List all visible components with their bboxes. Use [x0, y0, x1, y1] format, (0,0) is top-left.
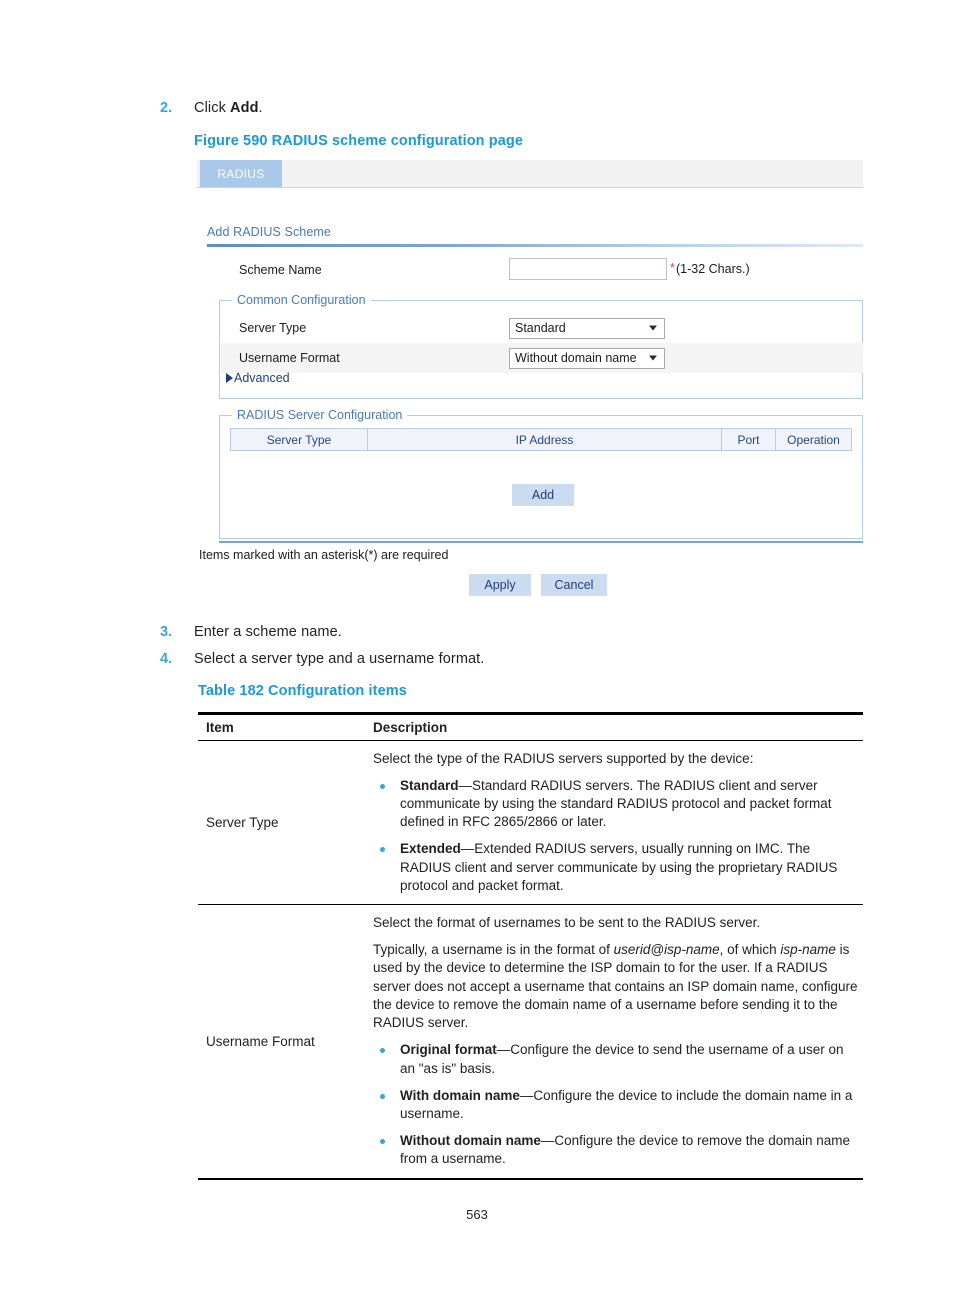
table-caption: Table 182 Configuration items — [198, 683, 407, 699]
required-asterisk: * — [670, 261, 675, 275]
step-4: 4. Select a server type and a username f… — [160, 651, 860, 667]
tab-radius[interactable]: RADIUS — [200, 160, 282, 187]
server-type-selected-value: Standard — [515, 321, 566, 335]
advanced-label: Advanced — [234, 371, 290, 385]
page-number: 563 — [466, 1207, 488, 1222]
tab-strip: RADIUS — [197, 160, 863, 188]
column-header-ip-address: IP Address — [368, 429, 722, 450]
table-row: Username Format Select the format of use… — [198, 905, 863, 1178]
column-header-port: Port — [722, 429, 776, 450]
table-row: Server Type Select the type of the RADIU… — [198, 741, 863, 905]
required-items-note: Items marked with an asterisk(*) are req… — [199, 548, 449, 562]
paragraph-italic-ispname: isp-name — [780, 942, 836, 958]
step-2-text-after: . — [258, 100, 263, 116]
username-format-intro: Select the format of usernames to be sen… — [373, 915, 761, 931]
bullet-dash: — — [519, 1087, 534, 1103]
document-page: 2. Click Add. Figure 590 RADIUS scheme c… — [0, 0, 954, 1296]
list-item: Without domain name—Configure the device… — [373, 1132, 861, 1168]
common-configuration-legend: Common Configuration — [232, 293, 371, 307]
server-type-select[interactable]: Standard — [509, 317, 665, 339]
bullet-dash: — — [458, 777, 473, 793]
radius-scheme-configuration-figure: RADIUS Add RADIUS Scheme Scheme Name * (… — [197, 160, 863, 602]
server-type-row: Server Type Standard — [221, 313, 863, 343]
configuration-items-table: Item Description Server Type Select the … — [198, 712, 863, 1181]
list-item: With domain name—Configure the device to… — [373, 1087, 861, 1123]
step-3: 3. Enter a scheme name. — [160, 624, 860, 640]
bullet-term-with-domain-name: With domain name — [400, 1087, 520, 1103]
username-format-bullet-list: Original format—Configure the device to … — [373, 1041, 861, 1168]
bullet-term-without-domain-name: Without domain name — [400, 1133, 541, 1149]
panel-heading-rule — [207, 244, 863, 247]
paragraph-part-b: , of which — [719, 942, 781, 958]
list-item: Standard—Standard RADIUS servers. The RA… — [373, 777, 861, 832]
bullet-term-original-format: Original format — [400, 1042, 497, 1058]
cancel-button[interactable]: Cancel — [541, 574, 607, 596]
step-4-number: 4. — [160, 651, 173, 667]
username-format-selected-value: Without domain name — [515, 351, 637, 365]
username-format-select[interactable]: Without domain name — [509, 347, 665, 369]
form-bottom-rule — [219, 541, 863, 543]
column-header-server-type: Server Type — [231, 429, 368, 450]
triangle-right-icon — [226, 373, 233, 383]
server-type-intro: Select the type of the RADIUS servers su… — [373, 750, 754, 766]
table-bottom-rule — [198, 1177, 863, 1181]
row-description-server-type: Select the type of the RADIUS servers su… — [373, 750, 863, 896]
step-2-text-before: Click — [194, 100, 231, 116]
bullet-term-standard: Standard — [400, 777, 459, 793]
bullet-dash: — — [540, 1133, 555, 1149]
table-header-row: Item Description — [198, 715, 863, 740]
username-format-row: Username Format Without domain name — [221, 343, 863, 373]
list-item: Original format—Configure the device to … — [373, 1041, 861, 1077]
server-type-bullet-list: Standard—Standard RADIUS servers. The RA… — [373, 777, 861, 895]
paragraph-part-a: Typically, a username is in the format o… — [373, 942, 614, 958]
username-format-paragraph: Typically, a username is in the format o… — [373, 941, 861, 1032]
column-header-operation: Operation — [787, 432, 840, 447]
chevron-down-icon — [649, 355, 657, 361]
bullet-term-extended: Extended — [400, 841, 461, 857]
server-table-header: Server Type IP Address Port Operation — [230, 428, 852, 451]
scheme-name-input[interactable] — [509, 258, 667, 280]
chevron-down-icon — [649, 325, 657, 331]
step-2-text: Click Add. — [194, 100, 263, 116]
step-2: 2. Click Add. — [160, 100, 860, 116]
scheme-name-row: Scheme Name * (1-32 Chars.) — [229, 258, 863, 286]
radius-server-configuration-legend: RADIUS Server Configuration — [232, 408, 408, 422]
server-type-label: Server Type — [239, 321, 307, 335]
bullet-dash: — — [496, 1042, 511, 1058]
panel-heading: Add RADIUS Scheme — [207, 225, 331, 239]
paragraph-italic-userid: userid@isp-name — [613, 942, 720, 958]
scheme-name-label: Scheme Name — [239, 263, 322, 277]
add-server-button[interactable]: Add — [512, 484, 574, 506]
step-3-number: 3. — [160, 624, 173, 640]
step-3-text: Enter a scheme name. — [194, 624, 342, 640]
scheme-name-hint: (1-32 Chars.) — [676, 262, 750, 276]
advanced-toggle[interactable]: Advanced — [226, 371, 290, 385]
step-2-bold-term: Add — [230, 100, 259, 116]
row-item-server-type: Server Type — [206, 814, 279, 830]
step-2-number: 2. — [160, 100, 173, 116]
figure-caption: Figure 590 RADIUS scheme configuration p… — [194, 133, 524, 149]
column-header-description: Description — [373, 719, 448, 735]
username-format-label: Username Format — [239, 351, 340, 365]
row-description-username-format: Select the format of usernames to be sen… — [373, 914, 863, 1169]
row-item-username-format: Username Format — [206, 1033, 315, 1049]
column-header-item: Item — [206, 719, 234, 735]
radius-server-configuration-group: RADIUS Server Configuration Server Type … — [219, 408, 863, 539]
bullet-dash: — — [460, 841, 475, 857]
common-configuration-group: Common Configuration Server Type Standar… — [219, 293, 863, 399]
list-item: Extended—Extended RADIUS servers, usuall… — [373, 840, 861, 895]
apply-button[interactable]: Apply — [469, 574, 531, 596]
step-4-text: Select a server type and a username form… — [194, 651, 485, 667]
